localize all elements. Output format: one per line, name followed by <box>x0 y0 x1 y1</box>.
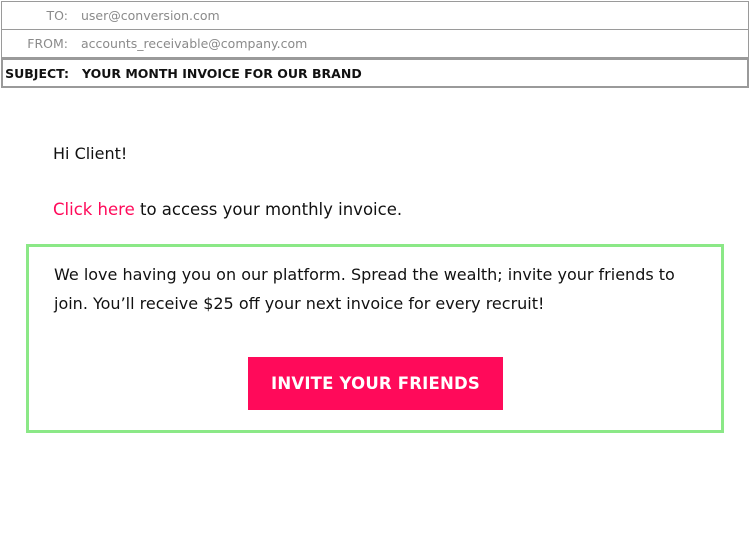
to-label: TO: <box>46 8 68 23</box>
invite-friends-button[interactable]: INVITE YOUR FRIENDS <box>248 357 503 410</box>
subject-row: SUBJECT: YOUR MONTH INVOICE FOR OUR BRAN… <box>1 58 749 88</box>
from-label: FROM: <box>27 36 68 51</box>
email-preview: TO: user@conversion.com FROM: accounts_r… <box>0 0 750 550</box>
invoice-access-line: Click here to access your monthly invoic… <box>53 200 402 219</box>
email-header: TO: user@conversion.com FROM: accounts_r… <box>1 1 749 88</box>
invoice-access-text: to access your monthly invoice. <box>134 200 403 219</box>
greeting-text: Hi Client! <box>53 144 128 163</box>
referral-promo-box: We love having you on our platform. Spre… <box>26 244 724 433</box>
invoice-link[interactable]: Click here <box>53 200 135 219</box>
from-value: accounts_receivable@company.com <box>81 36 308 51</box>
from-row: FROM: accounts_receivable@company.com <box>1 30 749 58</box>
to-value: user@conversion.com <box>81 8 220 23</box>
to-row: TO: user@conversion.com <box>1 1 749 30</box>
subject-label: SUBJECT: <box>5 65 69 81</box>
subject-value: YOUR MONTH INVOICE FOR OUR BRAND <box>82 65 362 81</box>
promo-text: We love having you on our platform. Spre… <box>54 265 675 313</box>
